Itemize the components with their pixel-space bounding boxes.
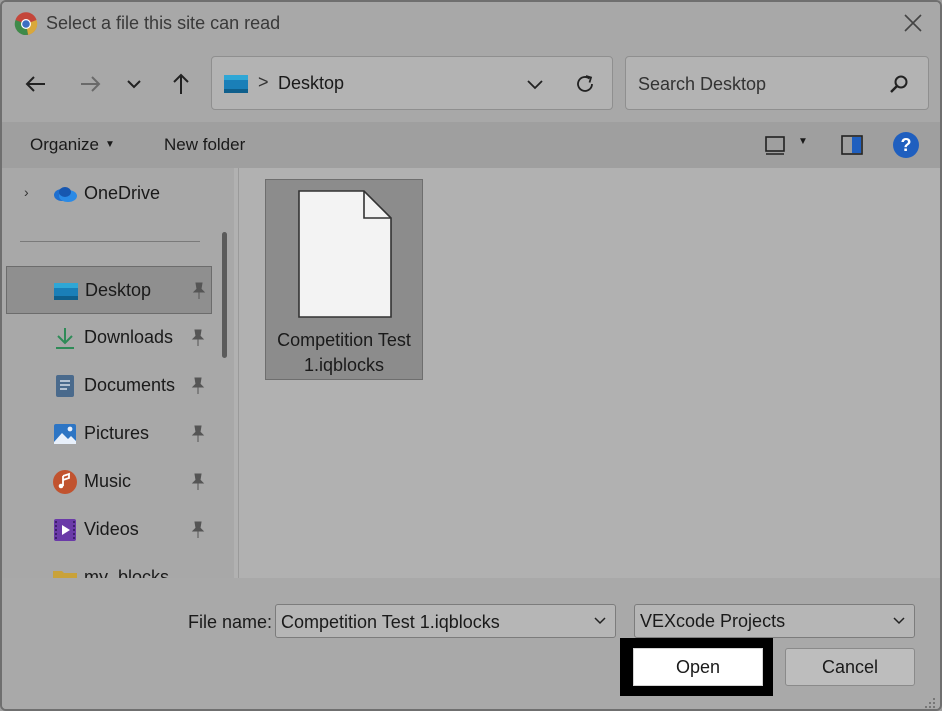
navigation-pane: › OneDrive Desktop Downloads Documents P… xyxy=(2,168,234,578)
view-caret-icon[interactable]: ▼ xyxy=(798,136,808,147)
dialog-footer: File name: Competition Test 1.iqblocks V… xyxy=(2,578,940,709)
file-list: Competition Test 1.iqblocks xyxy=(238,168,940,578)
sidebar-item-videos[interactable]: Videos xyxy=(6,506,212,554)
sidebar-item-music[interactable]: Music xyxy=(6,458,212,506)
pin-icon[interactable] xyxy=(191,282,207,300)
file-open-dialog: Select a file this site can read > Deskt… xyxy=(0,0,942,711)
sidebar-item-label: Pictures xyxy=(84,423,150,443)
resize-grip-icon[interactable] xyxy=(924,697,936,709)
preview-pane-icon[interactable] xyxy=(840,134,864,156)
file-item[interactable]: Competition Test 1.iqblocks xyxy=(265,179,423,380)
file-icon xyxy=(298,190,392,318)
pin-icon[interactable] xyxy=(190,329,206,347)
desktop-icon xyxy=(54,283,78,300)
sidebar-item-documents[interactable]: Documents xyxy=(6,362,212,410)
chevron-down-icon[interactable] xyxy=(593,614,607,628)
sidebar-scrollbar[interactable] xyxy=(222,232,227,358)
documents-icon xyxy=(56,375,74,397)
svg-text:?: ? xyxy=(901,135,912,155)
organize-label: Organize xyxy=(30,135,99,154)
pin-icon[interactable] xyxy=(190,425,206,443)
sidebar-item-pictures[interactable]: Pictures xyxy=(6,410,212,458)
dialog-title: Select a file this site can read xyxy=(46,13,281,33)
file-name-line2: 1.iqblocks xyxy=(303,355,385,375)
arrow-right-icon[interactable] xyxy=(76,70,104,98)
sidebar-item-my-blocks[interactable]: my_blocks xyxy=(6,554,212,578)
folder-icon xyxy=(53,571,77,578)
sidebar-item-label: Music xyxy=(84,471,132,491)
chevron-down-icon xyxy=(893,617,905,625)
music-icon xyxy=(53,470,77,494)
download-icon xyxy=(56,328,74,349)
sidebar-item-desktop[interactable]: Desktop xyxy=(6,266,212,314)
navigation-bar: > Desktop Search Desktop xyxy=(2,46,940,122)
sidebar-item-label: Videos xyxy=(84,519,139,539)
title-bar: Select a file this site can read xyxy=(2,2,940,46)
file-name-line1: Competition Test xyxy=(277,330,411,350)
breadcrumb-separator: > xyxy=(258,72,269,92)
file-name: Competition Test 1.iqblocks xyxy=(266,328,422,378)
chrome-icon xyxy=(14,12,38,36)
pin-icon[interactable] xyxy=(190,377,206,395)
search-icon[interactable] xyxy=(888,73,910,95)
help-icon[interactable]: ? xyxy=(892,131,920,159)
chevron-down-icon[interactable] xyxy=(120,70,148,98)
cancel-button[interactable]: Cancel xyxy=(785,648,915,686)
caret-down-icon: ▼ xyxy=(104,139,115,150)
open-button[interactable]: Open xyxy=(633,648,763,686)
command-bar: Organize ▼ New folder ▼ ? xyxy=(2,122,940,168)
file-type-select[interactable]: VEXcode Projects xyxy=(634,604,915,638)
sidebar-item-label: Documents xyxy=(84,375,176,395)
chevron-right-icon[interactable]: › xyxy=(24,184,29,200)
sidebar-item-label: OneDrive xyxy=(84,183,161,203)
breadcrumb-desktop[interactable]: Desktop xyxy=(278,73,344,94)
sidebar-divider xyxy=(20,241,200,242)
close-icon[interactable] xyxy=(900,10,926,36)
sidebar-item-label: Downloads xyxy=(84,327,174,347)
view-layout-icon[interactable] xyxy=(764,134,786,156)
file-name-value[interactable]: Competition Test 1.iqblocks xyxy=(281,612,500,633)
search-input[interactable]: Search Desktop xyxy=(625,56,929,110)
address-bar[interactable]: > Desktop xyxy=(211,56,613,110)
arrow-up-icon[interactable] xyxy=(167,70,195,98)
file-type-value: VEXcode Projects xyxy=(640,611,786,631)
refresh-icon[interactable] xyxy=(572,71,598,97)
chevron-down-icon[interactable] xyxy=(524,73,546,95)
sidebar-item-label: my_blocks xyxy=(84,567,170,578)
file-name-field[interactable]: Competition Test 1.iqblocks xyxy=(275,604,616,638)
pin-icon[interactable] xyxy=(190,521,206,539)
videos-icon xyxy=(54,519,76,541)
arrow-left-icon[interactable] xyxy=(22,70,50,98)
sidebar-item-label: Desktop xyxy=(85,280,152,300)
onedrive-icon xyxy=(54,187,77,202)
search-placeholder: Search Desktop xyxy=(638,74,767,94)
new-folder-button[interactable]: New folder xyxy=(164,135,245,155)
desktop-icon xyxy=(224,75,248,93)
sidebar-item-downloads[interactable]: Downloads xyxy=(6,314,212,362)
sidebar-item-onedrive[interactable]: › OneDrive xyxy=(6,170,212,218)
pictures-icon xyxy=(54,424,76,444)
organize-button[interactable]: Organize ▼ xyxy=(30,135,115,155)
pin-icon[interactable] xyxy=(190,473,206,491)
file-name-label: File name: xyxy=(188,612,273,632)
